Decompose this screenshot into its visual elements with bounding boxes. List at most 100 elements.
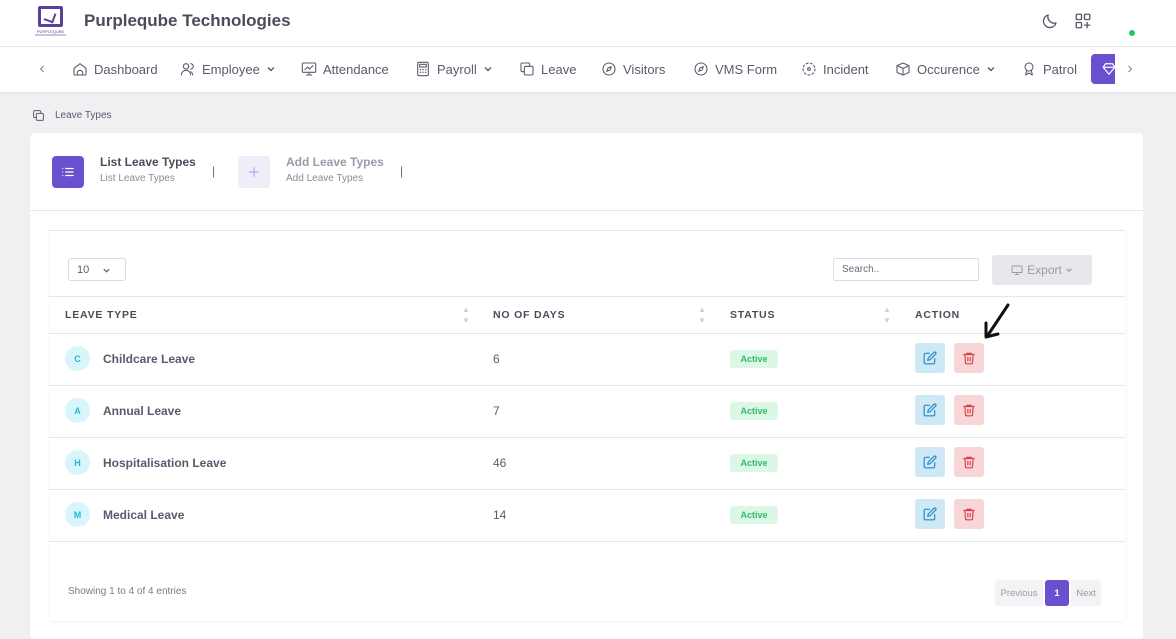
leave-type-name: Annual Leave bbox=[103, 404, 182, 418]
table-row: M Medical Leave 14 Active bbox=[49, 490, 1125, 542]
nav-item-employee[interactable]: Employee bbox=[180, 60, 276, 78]
chevron-down-icon bbox=[484, 67, 492, 72]
tab-add-subtitle: Add Leave Types bbox=[286, 173, 364, 184]
avatar: A bbox=[65, 398, 90, 423]
nav-label: Dashboard bbox=[94, 61, 158, 77]
nav-item-attendance[interactable]: Attendance bbox=[301, 60, 389, 78]
calculator-icon bbox=[417, 61, 429, 77]
col-header-action: ACTION bbox=[915, 309, 961, 321]
status-badge: Active bbox=[730, 454, 778, 472]
apps-grid-icon[interactable] bbox=[1074, 12, 1092, 30]
nav-item-patrol[interactable]: Patrol bbox=[1021, 60, 1077, 78]
delete-button[interactable] bbox=[954, 499, 984, 529]
nav-label: VMS Form bbox=[715, 61, 778, 77]
edit-button[interactable] bbox=[915, 343, 945, 373]
box-icon bbox=[896, 62, 910, 76]
chevron-down-icon bbox=[103, 268, 110, 273]
status-badge: Active bbox=[730, 350, 778, 368]
nav-scroll-left-icon[interactable]: ‹ bbox=[34, 61, 50, 77]
table-header: LEAVE TYPE ▲ ▼ NO OF DAYS ▲ ▼ STATUS ▲ ▼ AC… bbox=[49, 296, 1125, 334]
annotation-arrow-icon bbox=[984, 303, 1010, 339]
app-title: Purpleqube Technologies bbox=[84, 11, 291, 30]
nav-item-payroll[interactable]: Payroll bbox=[415, 60, 493, 78]
no-of-days: 6 bbox=[493, 352, 500, 366]
nav-item-dashboard[interactable]: Dashboard bbox=[72, 60, 158, 78]
nav-label: Patrol bbox=[1043, 61, 1077, 77]
monitor-icon bbox=[1011, 265, 1023, 275]
tab-list-leave-types[interactable] bbox=[52, 156, 84, 188]
monitor-chart-icon bbox=[301, 62, 317, 76]
col-header-no-of-days[interactable]: NO OF DAYS bbox=[493, 309, 565, 321]
search-input[interactable] bbox=[833, 258, 979, 281]
nav-label: Attendance bbox=[323, 61, 389, 77]
compass-icon bbox=[602, 62, 616, 76]
copy-icon bbox=[33, 110, 44, 121]
focus-icon bbox=[802, 62, 816, 76]
copy-icon bbox=[520, 62, 534, 76]
sort-icon[interactable]: ▲ ▼ bbox=[461, 304, 471, 326]
nav-item-occurence[interactable]: Occurence bbox=[895, 60, 996, 78]
tab-divider: | bbox=[212, 164, 216, 178]
logo-tagline-bar bbox=[35, 34, 66, 36]
table-info: Showing 1 to 4 of 4 entries bbox=[68, 586, 187, 597]
status-badge: Active bbox=[730, 506, 778, 524]
page-length-select[interactable]: 10 bbox=[68, 258, 126, 281]
avatar: C bbox=[65, 346, 90, 371]
leave-type-name: Childcare Leave bbox=[103, 352, 196, 366]
delete-button[interactable] bbox=[954, 343, 984, 373]
top-header: PURPLEQUBE Purpleqube Technologies bbox=[0, 0, 1176, 47]
nav-label: Incident bbox=[823, 61, 869, 77]
leave-type-name: Medical Leave bbox=[103, 508, 185, 522]
nav-item-visitors[interactable]: Visitors bbox=[601, 60, 665, 78]
users-icon bbox=[180, 63, 194, 76]
trash-icon bbox=[963, 352, 975, 365]
nav-item-active-partial[interactable] bbox=[1091, 54, 1116, 84]
nav-scroll-right-icon[interactable]: › bbox=[1122, 61, 1138, 77]
sort-icon[interactable]: ▲ ▼ bbox=[697, 304, 707, 326]
diamond-icon bbox=[1102, 63, 1116, 75]
tab-list-title[interactable]: List Leave Types bbox=[100, 155, 196, 169]
leave-types-card: List Leave Types List Leave Types | Add … bbox=[30, 133, 1143, 639]
breadcrumb-label: Leave Types bbox=[55, 110, 112, 121]
pagination-previous[interactable]: Previous bbox=[995, 580, 1043, 606]
trash-icon bbox=[963, 404, 975, 417]
no-of-days: 7 bbox=[493, 404, 500, 418]
edit-icon bbox=[923, 351, 937, 365]
pagination-page-current[interactable]: 1 bbox=[1045, 580, 1069, 606]
col-header-leave-type[interactable]: LEAVE TYPE bbox=[65, 309, 138, 321]
nav-item-vms-form[interactable]: VMS Form bbox=[693, 60, 777, 78]
chevron-down-icon bbox=[1066, 268, 1072, 272]
export-label: Export bbox=[1027, 263, 1062, 277]
col-header-status[interactable]: STATUS bbox=[730, 309, 775, 321]
company-logo[interactable]: PURPLEQUBE bbox=[35, 4, 66, 37]
pagination-next[interactable]: Next bbox=[1071, 580, 1101, 606]
delete-button[interactable] bbox=[954, 447, 984, 477]
home-icon bbox=[73, 63, 87, 76]
edit-button[interactable] bbox=[915, 395, 945, 425]
nav-label: Visitors bbox=[623, 61, 666, 77]
no-of-days: 14 bbox=[493, 508, 507, 522]
export-button[interactable]: Export bbox=[992, 255, 1092, 285]
delete-button[interactable] bbox=[954, 395, 984, 425]
leave-types-table: LEAVE TYPE ▲ ▼ NO OF DAYS ▲ ▼ STATUS ▲ ▼ AC… bbox=[49, 296, 1125, 542]
no-of-days: 46 bbox=[493, 456, 507, 470]
nav-label: Employee bbox=[202, 61, 260, 77]
edit-button[interactable] bbox=[915, 499, 945, 529]
table-panel: 10 Export LEAVE TYPE ▲▼ NO OF DAYS ▲▼ ST… bbox=[49, 230, 1125, 621]
pagination: Previous 1 Next bbox=[995, 580, 1101, 606]
nav-item-incident[interactable]: Incident bbox=[801, 60, 869, 78]
moon-icon[interactable] bbox=[1041, 12, 1059, 30]
main-navbar: ‹ Dashboard Employee Attendance Payroll … bbox=[0, 47, 1176, 92]
edit-button[interactable] bbox=[915, 447, 945, 477]
table-row: H Hospitalisation Leave 46 Active bbox=[49, 438, 1125, 490]
tab-add-title[interactable]: Add Leave Types bbox=[286, 155, 384, 169]
sort-icon[interactable]: ▲ ▼ bbox=[882, 304, 892, 326]
list-icon bbox=[62, 167, 74, 177]
table-row: A Annual Leave 7 Active bbox=[49, 386, 1125, 438]
logo-mark bbox=[38, 6, 63, 27]
trash-icon bbox=[963, 456, 975, 469]
nav-item-leave[interactable]: Leave bbox=[519, 60, 576, 78]
plus-icon bbox=[248, 166, 260, 178]
badge-icon bbox=[1024, 62, 1034, 76]
tab-add-leave-types[interactable] bbox=[238, 156, 270, 188]
